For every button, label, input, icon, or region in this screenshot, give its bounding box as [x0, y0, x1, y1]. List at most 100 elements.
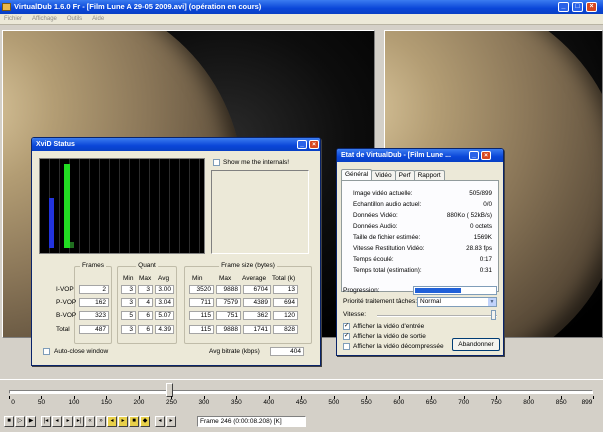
stat-label-file-size: Taille de fichier estimée:	[353, 234, 421, 241]
fs-average-header: Average	[242, 275, 267, 282]
fs-total-header: Total (k)	[272, 275, 296, 282]
ivop-ftot: 13	[273, 285, 298, 294]
pvop-fmax: 7579	[216, 298, 241, 307]
play-output-icon[interactable]: ▶	[26, 416, 36, 427]
timeline-tick-label: 100	[68, 399, 80, 406]
timeline-tick-label: 550	[360, 399, 372, 406]
menu-bar: Fichier Affichage Outils Aide	[0, 14, 603, 25]
total-ftot: 828	[273, 325, 298, 334]
virtualdub-status-dialog: Etat de VirtualDub - [Film Lune ... _ × …	[336, 148, 504, 356]
progress-label: Progression:	[343, 287, 380, 294]
stat-value-audio-data: 0 octets	[469, 223, 492, 230]
chevron-down-icon[interactable]: ▼	[488, 298, 496, 306]
vdstate-title: Etat de VirtualDub - [Film Lune ...	[341, 152, 451, 159]
total-qmax: 6	[138, 325, 153, 334]
graph-bar-pvop	[64, 164, 70, 248]
tab-perf[interactable]: Perf	[394, 170, 415, 180]
bvop-fmin: 115	[189, 311, 214, 320]
priority-dropdown[interactable]: Normal ▼	[417, 297, 497, 307]
total-favg: 1741	[243, 325, 271, 334]
row-label-pvop: P-VOP	[56, 299, 77, 306]
timeline-tick-label: 450	[295, 399, 307, 406]
minimize-button[interactable]: _	[558, 2, 569, 12]
pvop-qmax: 4	[138, 298, 153, 307]
mark-icon[interactable]: ◆	[140, 416, 150, 427]
show-output-checkbox[interactable]: ✓	[343, 333, 350, 340]
close-button[interactable]: ×	[586, 2, 597, 12]
menu-tools[interactable]: Outils	[63, 14, 86, 25]
ivop-favg: 6704	[243, 285, 271, 294]
prev-key-icon[interactable]: «	[85, 416, 95, 427]
stat-label-audio-sample: Echantillon audio actuel:	[353, 201, 422, 208]
scene-forward-icon[interactable]: ▸	[118, 416, 128, 427]
timeline-thumb[interactable]	[165, 383, 173, 397]
quant-header: Quant	[136, 262, 158, 269]
timeline-tick-label: 800	[523, 399, 535, 406]
bvop-qmax: 6	[138, 311, 153, 320]
quant-max-header: Max	[139, 275, 152, 282]
framesize-header: Frame size (bytes)	[219, 262, 277, 269]
menu-help[interactable]: Aide	[88, 14, 108, 25]
step-back-icon[interactable]: ◂	[52, 416, 62, 427]
show-internals-label: Show me the internals!	[223, 159, 290, 166]
tab-video[interactable]: Vidéo	[371, 170, 396, 180]
step-forward-icon[interactable]: ▸	[63, 416, 73, 427]
mark-out-icon[interactable]: ▸	[166, 416, 176, 427]
tab-general[interactable]: Général	[341, 169, 373, 180]
bvop-ftot: 120	[273, 311, 298, 320]
xvid-minimize-button[interactable]: _	[297, 140, 307, 149]
timeline-tick-label: 350	[230, 399, 242, 406]
xvid-status-dialog: XviD Status _ × Show me the internals! F…	[31, 137, 321, 366]
play-input-icon[interactable]: ▷	[15, 416, 25, 427]
timeline-track[interactable]	[9, 390, 593, 394]
abort-button[interactable]: Abandonner	[452, 338, 500, 351]
pvop-favg: 4389	[243, 298, 271, 307]
quant-min-header: Min	[123, 275, 134, 282]
stat-label-fps: Vitesse Restitution Vidéo:	[353, 245, 425, 252]
go-start-icon[interactable]: |◂	[41, 416, 51, 427]
speed-label: Vitesse:	[343, 311, 367, 318]
timeline: 0 50 100 150 200 250 300 350 400 450 500 550 600 650 7…	[0, 379, 603, 432]
auto-close-checkbox[interactable]	[43, 348, 50, 355]
pvop-fmin: 711	[189, 298, 214, 307]
menu-file[interactable]: Fichier	[0, 14, 26, 25]
scene-back-icon[interactable]: ◂	[107, 416, 117, 427]
go-end-icon[interactable]: ▸|	[74, 416, 84, 427]
timeline-tick-label: 700	[458, 399, 470, 406]
next-key-icon[interactable]: »	[96, 416, 106, 427]
menu-view[interactable]: Affichage	[28, 14, 61, 25]
timeline-tick-label: 200	[133, 399, 145, 406]
stop-icon[interactable]: ■	[4, 416, 14, 427]
timeline-tick-label: 250	[165, 399, 177, 406]
pvop-ftot: 694	[273, 298, 298, 307]
total-qavg: 4.39	[155, 325, 174, 334]
show-input-checkbox[interactable]: ✓	[343, 323, 350, 330]
frames-header: Frames	[79, 262, 107, 269]
stat-value-fps: 28.83 fps	[466, 245, 492, 252]
vdstate-titlebar: Etat de VirtualDub - [Film Lune ... _ ×	[337, 149, 503, 162]
vdstate-minimize-button[interactable]: _	[469, 151, 479, 160]
tab-report[interactable]: Rapport	[413, 170, 445, 180]
stat-label-current-frame: Image vidéo actuelle:	[353, 190, 413, 197]
maximize-button[interactable]: □	[572, 2, 583, 12]
mark-in-icon[interactable]: ◂	[155, 416, 165, 427]
speed-slider-track[interactable]	[377, 315, 497, 317]
quant-graph	[39, 158, 205, 254]
stat-value-current-frame: 505/899	[469, 190, 492, 197]
stat-label-elapsed: Temps écoulé:	[353, 256, 394, 263]
timeline-ticks: 0 50 100 150 200 250 300 350 400 450 500 550 600 650 7…	[9, 396, 594, 414]
timeline-tick-label: 500	[328, 399, 340, 406]
total-frames: 487	[79, 325, 109, 334]
bvop-fmax: 751	[216, 311, 241, 320]
scene-stop-icon[interactable]: ■	[129, 416, 139, 427]
vdstate-close-button[interactable]: ×	[481, 151, 491, 160]
show-internals-checkbox[interactable]	[213, 159, 220, 166]
show-decompressed-checkbox[interactable]	[343, 343, 350, 350]
bvop-qavg: 5.07	[155, 311, 174, 320]
playback-toolbar: ■ ▷ ▶ |◂ ◂ ▸ ▸| « » ◂ ▸ ■ ◆ ◂ ▸	[4, 416, 176, 430]
xvid-close-button[interactable]: ×	[309, 140, 319, 149]
ivop-qmax: 3	[138, 285, 153, 294]
speed-slider-thumb[interactable]	[491, 310, 496, 320]
quant-avg-header: Avg	[158, 275, 170, 282]
timeline-tick-label: 150	[101, 399, 112, 406]
